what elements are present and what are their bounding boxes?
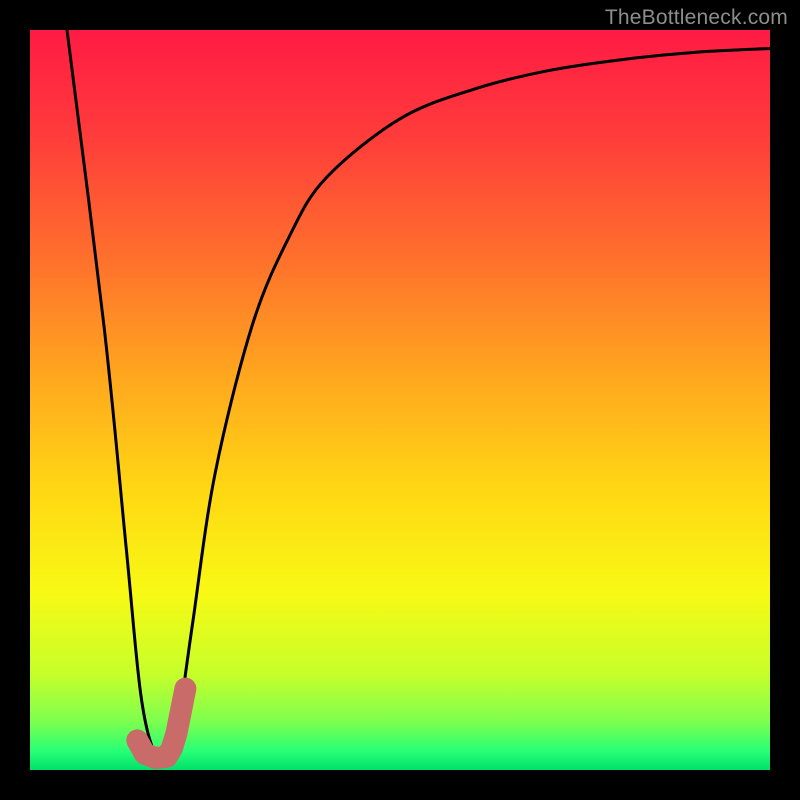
watermark-text: TheBottleneck.com [605, 6, 788, 30]
plot-area [30, 30, 770, 770]
j-marker-dot [127, 730, 147, 750]
bottleneck-chart [30, 30, 770, 770]
gradient-background [30, 30, 770, 770]
outer-frame: TheBottleneck.com [0, 0, 800, 800]
